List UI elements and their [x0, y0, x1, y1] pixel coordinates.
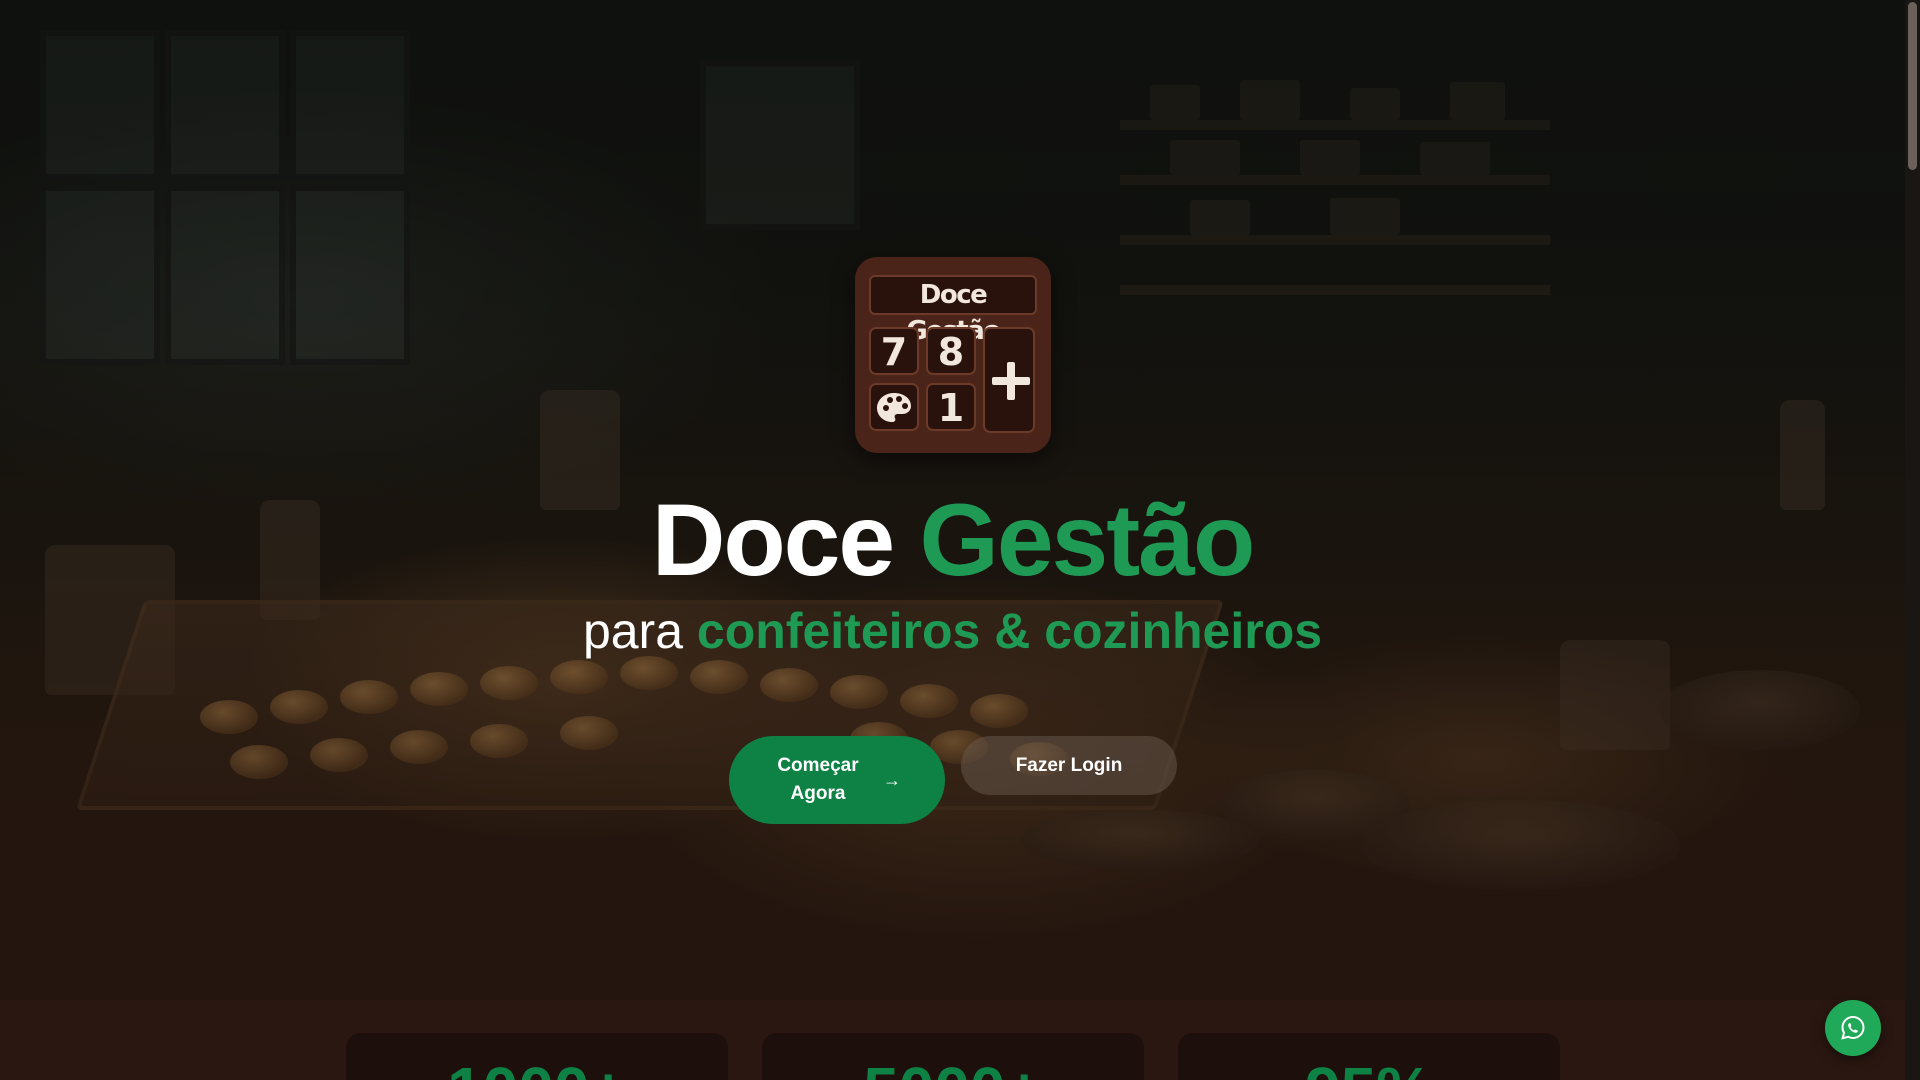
stat-card: 95%	[1178, 1033, 1560, 1080]
stat-value: 95%	[1178, 1055, 1560, 1080]
logo-key-7: 7	[869, 327, 919, 375]
login-button[interactable]: Fazer Login	[961, 736, 1177, 795]
page-scrollbar[interactable]	[1905, 0, 1920, 1080]
scrollbar-thumb[interactable]	[1908, 2, 1917, 170]
start-now-button[interactable]: Começar Agora →	[729, 736, 945, 824]
whatsapp-icon	[1841, 1015, 1865, 1040]
stat-value: 5000+	[762, 1055, 1144, 1080]
title-word-doce: Doce	[651, 483, 895, 597]
subtitle-audience: confeiteiros & cozinheiros	[696, 603, 1323, 659]
logo-title: Doce Gestão	[869, 275, 1037, 346]
plus-icon	[983, 327, 1035, 433]
page-subtitle: para confeiteiros & cozinheiros	[0, 598, 1905, 664]
stat-card: 5000+	[762, 1033, 1144, 1080]
title-word-gestao: Gestão	[919, 483, 1255, 597]
app-logo: Doce Gestão 7 8 1	[855, 257, 1051, 453]
start-now-label: Começar Agora	[777, 755, 859, 804]
whatsapp-button[interactable]	[1825, 1000, 1881, 1056]
stat-card: 1000+	[346, 1033, 728, 1080]
subtitle-prefix: para	[582, 603, 684, 659]
logo-key-8: 8	[926, 327, 976, 375]
page-title: Doce Gestão	[0, 480, 1905, 600]
arrow-right-icon: →	[883, 769, 901, 790]
stats-section: 1000+ 5000+ 95%	[0, 1000, 1905, 1080]
palette-icon	[869, 383, 919, 431]
logo-key-1: 1	[926, 383, 976, 431]
stat-value: 1000+	[346, 1055, 728, 1080]
